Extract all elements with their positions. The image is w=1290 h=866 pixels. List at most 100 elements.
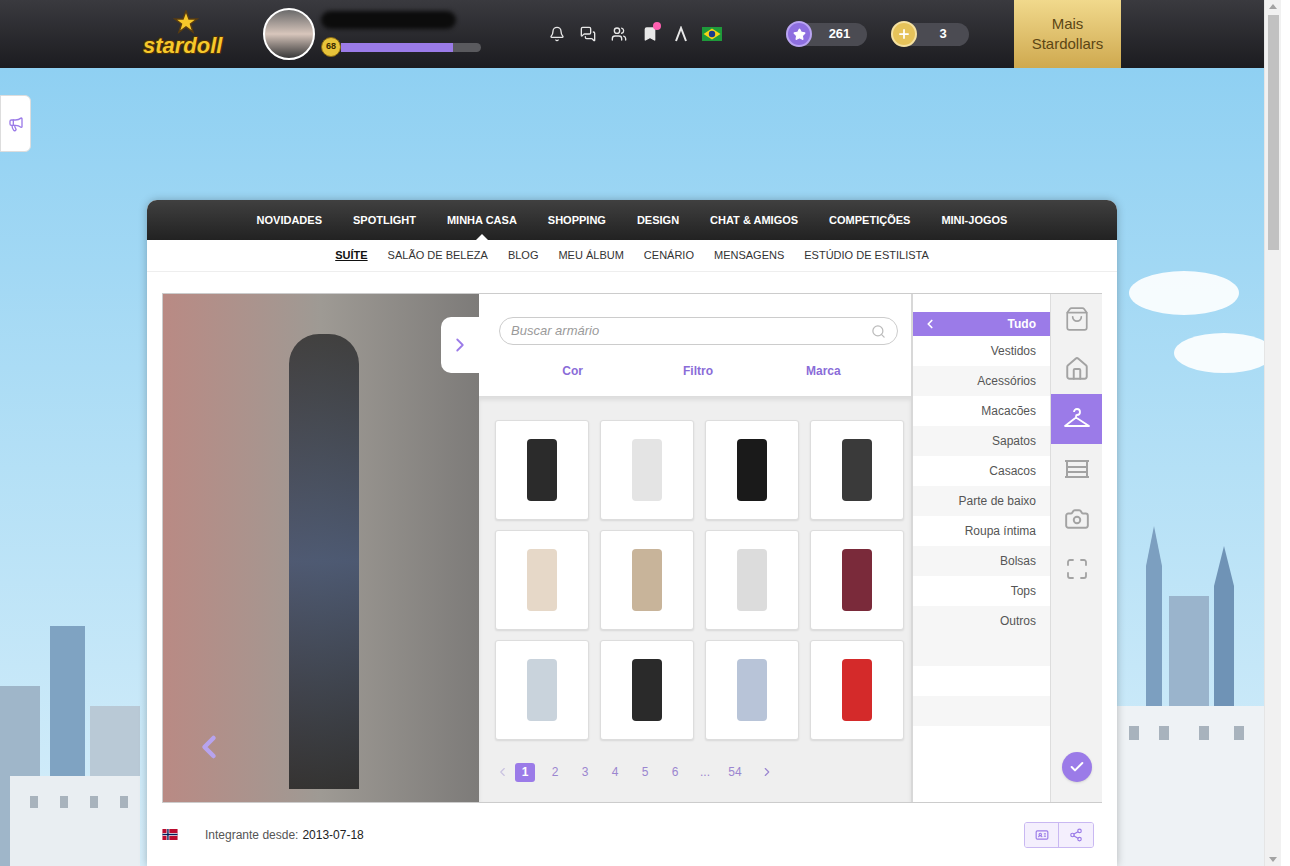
nav-item[interactable]: SHOPPING <box>548 200 606 240</box>
toolbar-button[interactable] <box>665 22 696 46</box>
nav-item[interactable]: NOVIDADES <box>257 200 322 240</box>
item-thumbnail <box>842 549 872 611</box>
item-card[interactable] <box>810 420 904 520</box>
tool-button[interactable] <box>1051 544 1102 594</box>
page-button[interactable]: ... <box>690 763 720 781</box>
nav-item[interactable]: MINI-JOGOS <box>941 200 1007 240</box>
category-item[interactable]: Casacos <box>913 456 1050 486</box>
item-card[interactable] <box>705 640 799 740</box>
category-item[interactable]: Parte de baixo <box>913 486 1050 516</box>
avatar[interactable] <box>263 8 315 60</box>
share-button[interactable] <box>1059 823 1093 847</box>
item-card[interactable] <box>705 530 799 630</box>
search-input[interactable] <box>511 321 871 341</box>
category-item[interactable]: Roupa íntima <box>913 516 1050 546</box>
toolbar-button[interactable] <box>572 22 603 46</box>
filter-row: CorFiltroMarca <box>479 345 911 396</box>
toolbar-button[interactable] <box>603 22 634 46</box>
profile-actions <box>1024 822 1094 848</box>
item-card[interactable] <box>810 530 904 630</box>
previous-scene-button[interactable] <box>191 727 227 767</box>
tool-button[interactable] <box>1051 294 1102 344</box>
nav-item[interactable]: SPOTLIGHT <box>353 200 416 240</box>
item-card[interactable] <box>705 420 799 520</box>
page-button[interactable]: 6 <box>660 763 690 781</box>
logo[interactable]: stardoll <box>143 10 243 58</box>
doll-figure <box>289 334 359 789</box>
member-date: 2013-07-18 <box>302 826 363 844</box>
coins-pill[interactable]: 3 <box>891 23 969 46</box>
page-button[interactable]: 3 <box>570 763 600 781</box>
page-button[interactable]: 1 <box>510 763 540 782</box>
category-filler-row <box>913 696 1050 726</box>
profile-card-button[interactable] <box>1025 823 1059 847</box>
check-icon <box>1069 759 1085 775</box>
page-button[interactable]: 4 <box>600 763 630 781</box>
category-item[interactable]: Sapatos <box>913 426 1050 456</box>
category-item[interactable]: Macacões <box>913 396 1050 426</box>
page-button[interactable]: 5 <box>630 763 660 781</box>
category-item[interactable]: Outros <box>913 606 1050 636</box>
toolbar-button[interactable] <box>696 22 727 46</box>
wardrobe: CorFiltroMarca 123456...54 <box>479 294 911 802</box>
subnav-item[interactable]: SALÃO DE BELEZA <box>388 247 488 264</box>
notification-dot <box>653 22 661 30</box>
item-thumbnail <box>632 549 662 611</box>
item-card[interactable] <box>600 530 694 630</box>
page-button[interactable]: 2 <box>540 763 570 781</box>
tool-button[interactable] <box>1051 494 1102 544</box>
nav-item[interactable]: CHAT & AMIGOS <box>710 200 798 240</box>
prev-page-icon[interactable] <box>495 765 510 779</box>
toolbar-button[interactable] <box>634 22 665 46</box>
category-item[interactable]: Vestidos <box>913 336 1050 366</box>
collapse-panel-button[interactable] <box>441 317 479 373</box>
category-item[interactable]: Bolsas <box>913 546 1050 576</box>
scrollbar[interactable] <box>1264 0 1281 866</box>
item-card[interactable] <box>495 640 589 740</box>
xp-bar <box>341 43 481 52</box>
scroll-down-icon <box>1269 857 1277 862</box>
subnav-item[interactable]: BLOG <box>508 247 539 264</box>
item-thumbnail <box>632 659 662 721</box>
subnav-item[interactable]: ESTÚDIO DE ESTILISTA <box>804 247 929 264</box>
filter-button[interactable]: Cor <box>510 362 635 380</box>
item-card[interactable] <box>810 640 904 740</box>
share-icon <box>1069 828 1083 842</box>
item-card[interactable] <box>495 420 589 520</box>
nav-item[interactable]: COMPETIÇÕES <box>829 200 910 240</box>
subnav-item[interactable]: SUÍTE <box>335 247 367 264</box>
category-item[interactable]: Acessórios <box>913 366 1050 396</box>
stardollars-pill[interactable]: 261 <box>786 23 867 46</box>
category-item[interactable]: Tops <box>913 576 1050 606</box>
filter-button[interactable]: Marca <box>761 362 886 380</box>
subnav-item[interactable]: MENSAGENS <box>714 247 784 264</box>
item-card[interactable] <box>600 640 694 740</box>
buy-stardollars-button[interactable]: Mais Stardollars <box>1014 0 1121 68</box>
subnav-item[interactable]: MEU ÁLBUM <box>558 247 623 264</box>
page-button[interactable]: 54 <box>720 763 750 781</box>
nav-item[interactable]: DESIGN <box>637 200 679 240</box>
left-skyline-icon <box>0 536 150 866</box>
category-filler-row <box>913 636 1050 666</box>
category-filler-row <box>913 666 1050 696</box>
item-card[interactable] <box>600 420 694 520</box>
toolbar-button[interactable] <box>541 22 572 46</box>
coins-count: 3 <box>917 24 969 44</box>
nav-item[interactable]: MINHA CASA <box>447 200 517 240</box>
tool-button[interactable] <box>1051 444 1102 494</box>
toolbar <box>541 22 727 46</box>
item-card[interactable] <box>495 530 589 630</box>
item-thumbnail <box>527 439 557 501</box>
subnav-item[interactable]: CENÁRIO <box>644 247 694 264</box>
category-current[interactable]: Tudo <box>913 312 1050 336</box>
announcements-tab[interactable] <box>0 95 31 152</box>
tool-button[interactable] <box>1051 394 1102 444</box>
main-card: NOVIDADES SPOTLIGHT MINHA CASA SHOPPING DESI… <box>147 200 1117 866</box>
suite-body: CorFiltroMarca 123456...54 TudoVestidosAce… <box>147 272 1117 866</box>
scrollbar-thumb[interactable] <box>1268 15 1279 250</box>
filter-button[interactable]: Filtro <box>635 362 760 380</box>
confirm-button[interactable] <box>1062 752 1092 782</box>
pagination: 123456...54 <box>495 762 911 782</box>
tool-button[interactable] <box>1051 344 1102 394</box>
next-page-icon[interactable] <box>760 765 774 779</box>
